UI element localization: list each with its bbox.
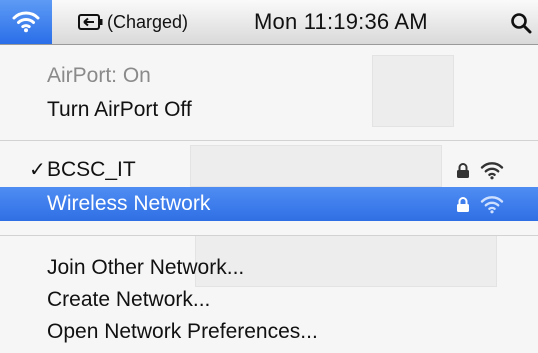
wifi-icon bbox=[12, 11, 40, 33]
join-other-network-label: Join Other Network... bbox=[47, 256, 245, 279]
menu-separator bbox=[0, 140, 538, 141]
turn-airport-off-item[interactable]: Turn AirPort Off bbox=[0, 93, 538, 127]
wifi-menu-extra[interactable] bbox=[0, 0, 52, 44]
network-name: BCSC_IT bbox=[47, 158, 136, 181]
network-name: Wireless Network bbox=[47, 192, 211, 215]
wifi-signal-icon bbox=[480, 162, 504, 180]
create-network-label: Create Network... bbox=[47, 288, 211, 311]
create-network-item[interactable]: Create Network... bbox=[0, 283, 538, 317]
menu-bar: (Charged) Mon 11:19:36 AM bbox=[0, 0, 538, 45]
checkmark-icon: ✓ bbox=[29, 159, 46, 181]
network-item-bcsc-it[interactable]: ✓ BCSC_IT bbox=[0, 153, 538, 187]
lock-icon bbox=[457, 197, 469, 212]
join-other-network-item[interactable]: Join Other Network... bbox=[0, 251, 538, 285]
turn-airport-off-label: Turn AirPort Off bbox=[47, 98, 192, 121]
airport-status: AirPort: On bbox=[0, 59, 538, 93]
battery-charging-icon[interactable] bbox=[78, 13, 104, 31]
open-network-preferences-item[interactable]: Open Network Preferences... bbox=[0, 315, 538, 349]
network-item-wireless-network[interactable]: Wireless Network bbox=[0, 187, 538, 221]
open-network-preferences-label: Open Network Preferences... bbox=[47, 320, 318, 343]
battery-status[interactable]: (Charged) bbox=[107, 0, 188, 44]
menu-separator bbox=[0, 235, 538, 236]
airport-menu: AirPort: On Turn AirPort Off ✓ BCSC_IT W… bbox=[0, 45, 538, 353]
spotlight-search-icon[interactable] bbox=[510, 12, 532, 34]
menubar-clock[interactable]: Mon 11:19:36 AM bbox=[254, 0, 428, 44]
wifi-signal-icon bbox=[480, 196, 504, 214]
airport-status-label: AirPort: On bbox=[47, 64, 151, 87]
lock-icon bbox=[457, 163, 469, 178]
